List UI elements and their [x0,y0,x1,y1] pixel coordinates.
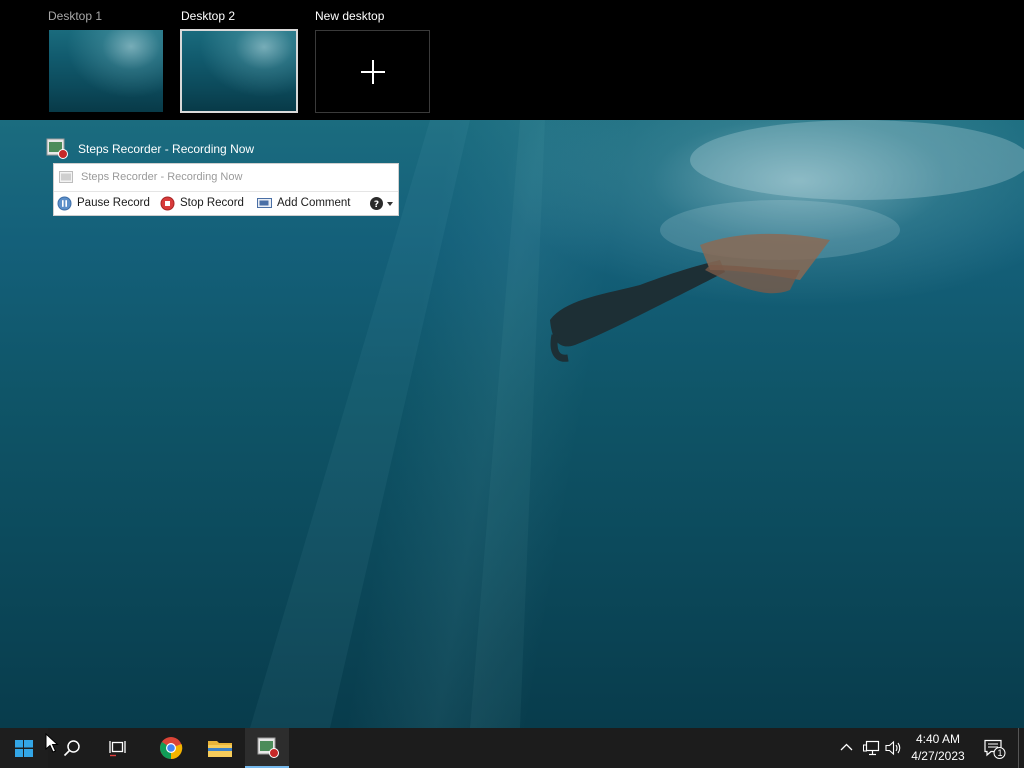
steps-recorder-icon [257,737,279,758]
plus-icon-vertical [372,60,374,84]
speaker-icon [885,740,901,756]
network-button[interactable] [861,728,881,768]
comment-icon [257,198,272,208]
new-desktop-label: New desktop [315,9,385,23]
clock-date: 4/27/2023 [911,749,965,763]
window-caption-title: Steps Recorder - Recording Now [78,142,255,156]
chrome-button[interactable] [147,728,195,768]
help-button[interactable]: ? [369,195,395,213]
steps-recorder-window-preview[interactable]: Steps Recorder - Recording Now Pause Rec… [53,163,399,216]
volume-button[interactable] [884,728,904,768]
add-comment-label: Add Comment [277,197,351,209]
chrome-icon [160,737,183,760]
task-view-button[interactable] [96,728,144,768]
folder-icon [208,741,232,757]
svg-text:?: ? [374,200,379,210]
sr-titlebar: Steps Recorder - Recording Now [54,164,398,192]
steps-recorder-taskbar-button[interactable] [245,728,289,768]
help-icon: ? [370,197,383,210]
notification-count: 1 [997,748,1003,758]
sr-title: Steps Recorder - Recording Now [81,171,243,183]
file-explorer-button[interactable] [196,728,244,768]
search-icon [63,740,80,757]
clock[interactable]: 4:40 AM 4/27/2023 [906,731,970,765]
windows-logo-icon [15,740,33,757]
clock-time: 4:40 AM [915,732,961,746]
desktop-2-label: Desktop 2 [181,9,236,23]
action-center-button[interactable]: 1 [978,728,1008,768]
steps-recorder-small-icon [59,171,73,183]
steps-recorder-icon [46,138,68,159]
chevron-up-icon [840,743,853,751]
chevron-down-icon [387,202,393,206]
desktop-1-thumbnail[interactable] [49,30,163,112]
show-desktop-button[interactable] [1018,728,1024,768]
stop-record-label: Stop Record [180,197,244,209]
pause-icon [57,196,72,211]
desktop-1-label: Desktop 1 [48,9,103,23]
task-view-icon [109,741,126,757]
new-desktop-button[interactable] [315,30,430,113]
pause-record-label: Pause Record [77,197,150,209]
taskbar: 4:40 AM 4/27/2023 1 [0,728,1024,768]
start-button[interactable] [0,728,48,768]
desktop-2-thumbnail[interactable] [180,29,298,113]
show-hidden-icons-button[interactable] [838,728,856,768]
mouse-cursor-icon [45,733,59,753]
network-icon [863,740,880,756]
virtual-desktops-bar: Desktop 1 Desktop 2 New desktop [0,0,1024,120]
stop-icon [160,196,175,211]
